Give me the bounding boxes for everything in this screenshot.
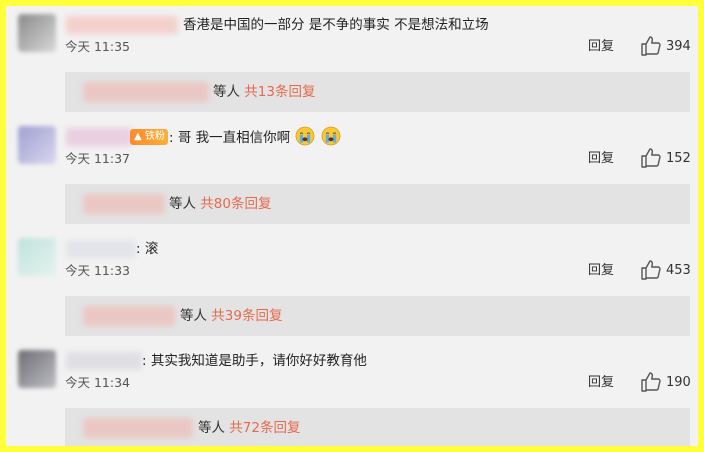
reply-usernames <box>83 418 193 438</box>
sub-reply-count[interactable]: 共72条回复 <box>229 420 300 436</box>
comment-item: : 滚 今天 11:33 回复 453 等人 共39条回复 <box>6 238 698 338</box>
sub-replies[interactable]: 等人 共80条回复 <box>65 184 690 224</box>
sub-reply-summary: 等人 共39条回复 <box>180 306 282 326</box>
crying-face-icon <box>321 126 341 146</box>
crying-face-icon <box>296 126 315 146</box>
comment-time: 今天 11:37 <box>65 151 130 166</box>
sub-replies[interactable]: 等人 共13条回复 <box>65 72 690 112</box>
sub-replies[interactable]: 等人 共39条回复 <box>65 296 690 336</box>
comment-text: 香港是中国的一部分 是不争的事实 不是想法和立场 <box>183 17 489 33</box>
reply-button[interactable]: 回复 <box>588 261 614 281</box>
comment-text: : 其实我知道是助手，请你好好教育他 <box>142 353 367 369</box>
fan-badge: ▲ 铁粉 <box>130 129 168 145</box>
reply-usernames <box>83 306 175 326</box>
username[interactable] <box>66 16 178 34</box>
sub-reply-names: 等人 <box>213 84 240 100</box>
comment-list: 香港是中国的一部分 是不争的事实 不是想法和立场 今天 11:35 回复 394… <box>6 6 698 446</box>
comment-time: 今天 11:33 <box>65 263 130 278</box>
like-count: 190 <box>666 375 691 390</box>
thumbs-up-icon[interactable] <box>639 258 663 282</box>
thumbs-up-icon[interactable] <box>639 370 663 394</box>
sub-reply-count[interactable]: 共39条回复 <box>211 308 282 324</box>
like-count: 453 <box>666 263 691 278</box>
avatar[interactable] <box>18 350 56 388</box>
sub-reply-names: 等人 <box>169 196 196 212</box>
reply-usernames <box>83 194 165 214</box>
thumbs-up-icon[interactable] <box>639 34 663 58</box>
thumbs-up-icon[interactable] <box>639 146 663 170</box>
avatar[interactable] <box>18 238 56 276</box>
sub-reply-summary: 等人 共72条回复 <box>198 418 300 438</box>
reply-button[interactable]: 回复 <box>588 149 614 169</box>
username[interactable] <box>66 352 142 370</box>
like-count: 394 <box>666 39 691 54</box>
avatar[interactable] <box>18 14 56 52</box>
sub-reply-summary: 等人 共13条回复 <box>213 82 315 102</box>
like-count: 152 <box>666 151 691 166</box>
username[interactable] <box>66 128 132 146</box>
sub-replies[interactable]: 等人 共72条回复 <box>65 408 690 446</box>
comment-item: 香港是中国的一部分 是不争的事实 不是想法和立场 今天 11:35 回复 394… <box>6 14 698 114</box>
reply-button[interactable]: 回复 <box>588 37 614 57</box>
comment-text: : 滚 <box>136 241 159 257</box>
comment-item: ▲ 铁粉 : 哥 我一直相信你啊 今天 11:37 回复 152 等人 共80条… <box>6 126 698 226</box>
badge-label: 铁粉 <box>144 131 165 142</box>
comment-text-body: : 哥 我一直相信你啊 <box>169 130 291 146</box>
comment-time: 今天 11:34 <box>65 375 130 390</box>
reply-usernames <box>83 82 209 102</box>
comment-text: : 哥 我一直相信你啊 <box>169 126 341 149</box>
reply-button[interactable]: 回复 <box>588 373 614 393</box>
fire-icon: ▲ <box>134 131 142 142</box>
sub-reply-count[interactable]: 共13条回复 <box>244 84 315 100</box>
sub-reply-names: 等人 <box>180 308 207 324</box>
sub-reply-summary: 等人 共80条回复 <box>169 194 271 214</box>
avatar[interactable] <box>18 126 56 164</box>
username[interactable] <box>66 240 136 258</box>
comment-time: 今天 11:35 <box>65 39 130 54</box>
comment-item: : 其实我知道是助手，请你好好教育他 今天 11:34 回复 190 等人 共7… <box>6 350 698 446</box>
sub-reply-count[interactable]: 共80条回复 <box>200 196 271 212</box>
sub-reply-names: 等人 <box>198 420 225 436</box>
